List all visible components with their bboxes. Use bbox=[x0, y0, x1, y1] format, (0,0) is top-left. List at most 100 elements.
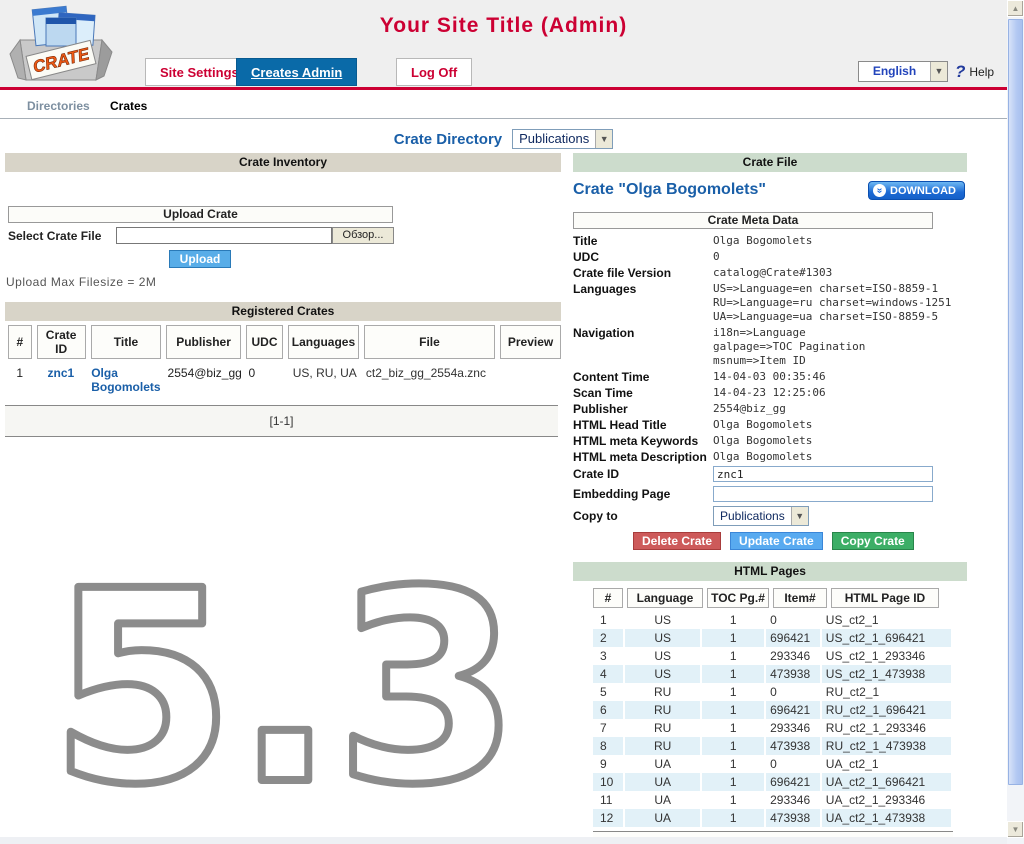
upload-crate-title: Upload Crate bbox=[8, 206, 393, 223]
update-crate-button[interactable]: Update Crate bbox=[730, 532, 823, 550]
html-page-cell: UA bbox=[625, 773, 701, 791]
meta-value: US=>Language=en charset=ISO-8859-1 RU=>L… bbox=[713, 282, 951, 324]
upload-max-filesize-note: Upload Max Filesize = 2M bbox=[6, 275, 561, 289]
html-page-cell: UA_ct2_1_696421 bbox=[822, 773, 951, 791]
html-pages-column-header: HTML Page ID bbox=[831, 588, 939, 608]
html-page-cell: US_ct2_1_293346 bbox=[822, 647, 951, 665]
html-page-cell: 5 bbox=[593, 683, 623, 701]
download-button[interactable]: » DOWNLOAD bbox=[868, 181, 965, 200]
publisher-cell: 2554@biz_gg bbox=[167, 365, 243, 381]
watermark-text: 5.3 bbox=[50, 548, 519, 823]
scrollbar-thumb[interactable] bbox=[1008, 19, 1023, 785]
registered-crates-column-header: UDC bbox=[246, 325, 283, 359]
browse-button[interactable]: Обзор... bbox=[332, 227, 394, 244]
html-page-cell: 4 bbox=[593, 665, 623, 683]
html-page-cell: RU_ct2_1_473938 bbox=[822, 737, 951, 755]
download-label: DOWNLOAD bbox=[890, 185, 956, 197]
html-page-cell: 473938 bbox=[766, 809, 820, 827]
html-page-cell: 1 bbox=[702, 809, 764, 827]
crate-title-link[interactable]: Olga Bogomolets bbox=[90, 365, 161, 395]
html-page-cell: RU_ct2_1_293346 bbox=[822, 719, 951, 737]
vertical-scrollbar[interactable]: ▲ ▼ bbox=[1007, 0, 1024, 844]
registered-crates-column-header: Title bbox=[91, 325, 162, 359]
crate-file-input[interactable] bbox=[116, 227, 332, 244]
html-pages-body: 1US10US_ct2_12US1696421US_ct2_1_6964213U… bbox=[593, 611, 953, 827]
chevron-down-icon[interactable]: ▼ bbox=[930, 62, 947, 81]
meta-value: Olga Bogomolets bbox=[713, 450, 812, 464]
html-page-cell: 1 bbox=[702, 719, 764, 737]
nav-tab-crates[interactable]: Crates bbox=[110, 99, 147, 113]
table-row: 8RU1473938RU_ct2_1_473938 bbox=[593, 737, 953, 755]
preview-cell bbox=[501, 365, 561, 367]
meta-label: Languages bbox=[573, 282, 713, 324]
html-page-cell: 1 bbox=[702, 701, 764, 719]
html-page-cell: 1 bbox=[702, 755, 764, 773]
meta-row: Crate file Versioncatalog@Crate#1303 bbox=[573, 266, 967, 280]
html-page-cell: US_ct2_1 bbox=[822, 611, 951, 629]
meta-row: Content Time14-04-03 00:35:46 bbox=[573, 370, 967, 384]
download-icon: » bbox=[873, 184, 886, 197]
html-page-cell: US_ct2_1_473938 bbox=[822, 665, 951, 683]
registered-crates-column-header: Preview bbox=[500, 325, 561, 359]
creates-admin-button[interactable]: Creates Admin bbox=[236, 58, 357, 86]
copy-crate-button[interactable]: Copy Crate bbox=[832, 532, 914, 550]
meta-label: HTML meta Description bbox=[573, 450, 713, 464]
meta-row: HTML meta KeywordsOlga Bogomolets bbox=[573, 434, 967, 448]
scroll-up-icon[interactable]: ▲ bbox=[1007, 0, 1024, 17]
table-row: 1znc1Olga Bogomolets2554@biz_gg0US, RU, … bbox=[8, 365, 561, 395]
registered-crates-column-header: Languages bbox=[288, 325, 359, 359]
embedding-page-input[interactable] bbox=[713, 486, 933, 502]
meta-value: Olga Bogomolets bbox=[713, 234, 812, 248]
registered-crates-header-row: #Crate IDTitlePublisherUDCLanguagesFileP… bbox=[8, 325, 561, 359]
chevron-down-icon[interactable]: ▼ bbox=[791, 507, 808, 525]
upload-button[interactable]: Upload bbox=[169, 250, 232, 268]
language-selected-value: English bbox=[859, 62, 930, 81]
meta-value: catalog@Crate#1303 bbox=[713, 266, 832, 280]
html-page-cell: 1 bbox=[702, 773, 764, 791]
file-cell: ct2_biz_gg_2554a.znc bbox=[365, 365, 496, 381]
html-page-cell: 1 bbox=[702, 629, 764, 647]
crate-name-heading: Crate "Olga Bogomolets" bbox=[573, 181, 766, 198]
registered-crates-column-header: File bbox=[364, 325, 495, 359]
crate-id-input[interactable] bbox=[713, 466, 933, 482]
version-watermark: 5.3 bbox=[30, 548, 540, 823]
html-page-cell: US bbox=[625, 611, 701, 629]
crate-meta-rows: TitleOlga BogomoletsUDC0Crate file Versi… bbox=[573, 234, 967, 464]
html-page-cell: US bbox=[625, 647, 701, 665]
scroll-down-icon[interactable]: ▼ bbox=[1007, 821, 1024, 838]
crate-file-title-bar: Crate File bbox=[573, 153, 967, 172]
html-page-cell: 696421 bbox=[766, 773, 820, 791]
log-off-button[interactable]: Log Off bbox=[396, 58, 472, 86]
meta-row: HTML meta DescriptionOlga Bogomolets bbox=[573, 450, 967, 464]
crate-directory-select[interactable]: Publications ▼ bbox=[512, 129, 613, 149]
nav-tab-directories[interactable]: Directories bbox=[27, 99, 90, 113]
copy-to-select[interactable]: Publications ▼ bbox=[713, 506, 809, 526]
html-page-cell: 1 bbox=[702, 791, 764, 809]
html-page-cell: UA_ct2_1_473938 bbox=[822, 809, 951, 827]
upload-file-row: Select Crate File Обзор... bbox=[8, 227, 561, 244]
language-select[interactable]: English ▼ bbox=[858, 61, 948, 82]
delete-crate-button[interactable]: Delete Crate bbox=[633, 532, 721, 550]
crate-id-link[interactable]: znc1 bbox=[36, 365, 85, 381]
registered-crates-column-header: # bbox=[8, 325, 32, 359]
html-page-cell: RU bbox=[625, 701, 701, 719]
html-page-cell: 9 bbox=[593, 755, 623, 773]
crate-directory-bar: Crate Directory Publications ▼ bbox=[0, 126, 1007, 152]
meta-value: 14-04-03 00:35:46 bbox=[713, 370, 826, 384]
html-page-cell: UA bbox=[625, 755, 701, 773]
html-page-cell: 473938 bbox=[766, 737, 820, 755]
meta-row: TitleOlga Bogomolets bbox=[573, 234, 967, 248]
html-page-cell: RU bbox=[625, 719, 701, 737]
crate-inventory-panel: Crate Inventory Upload Crate Select Crat… bbox=[5, 153, 561, 437]
html-page-cell: 1 bbox=[702, 647, 764, 665]
table-row: 6RU1696421RU_ct2_1_696421 bbox=[593, 701, 953, 719]
embedding-page-label: Embedding Page bbox=[573, 487, 713, 501]
help-link[interactable]: ? Help bbox=[955, 62, 994, 82]
registered-crates-pagination[interactable]: [1-1] bbox=[5, 405, 558, 437]
html-page-cell: 2 bbox=[593, 629, 623, 647]
registered-crates-body: 1znc1Olga Bogomolets2554@biz_gg0US, RU, … bbox=[5, 365, 561, 395]
table-row: 7RU1293346RU_ct2_1_293346 bbox=[593, 719, 953, 737]
html-page-cell: 0 bbox=[766, 611, 820, 629]
chevron-down-icon[interactable]: ▼ bbox=[595, 130, 612, 148]
meta-row: LanguagesUS=>Language=en charset=ISO-885… bbox=[573, 282, 967, 324]
